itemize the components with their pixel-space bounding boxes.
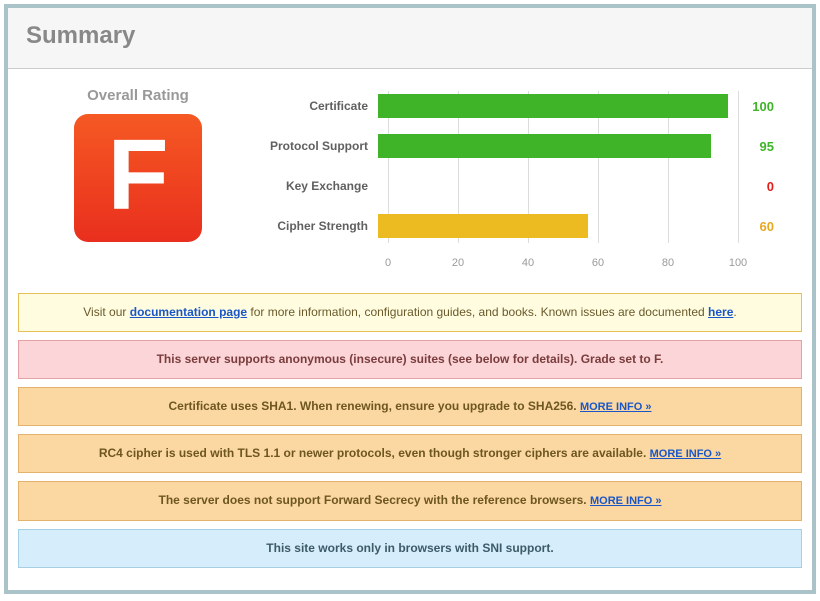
notice: This server supports anonymous (insecure… [18,340,802,379]
x-axis-tick: 0 [385,257,391,269]
notice: Visit our documentation page for more in… [18,293,802,332]
summary-panel: Summary Overall Rating F Certificate 100 P… [4,4,816,594]
grade-badge: F [74,114,202,242]
x-axis-tick: 20 [452,257,464,269]
grade-letter: F [107,125,168,225]
chart-x-axis: 020406080100 [388,251,738,277]
notice-text: Certificate uses SHA1. When renewing, en… [169,399,580,413]
notice-text: This site works only in browsers with SN… [266,541,553,555]
chart-bar-track [378,94,728,118]
notice: RC4 cipher is used with TLS 1.1 or newer… [18,434,802,473]
notice: Certificate uses SHA1. When renewing, en… [18,387,802,426]
chart-row-label: Certificate [258,99,378,113]
chart-row-label: Cipher Strength [258,219,378,233]
chart-bar-track [378,214,728,238]
x-axis-tick: 60 [592,257,604,269]
chart-bar [378,94,728,118]
notice-text: The server does not support Forward Secr… [159,493,590,507]
chart-bar-track [378,134,728,158]
chart-row-label: Key Exchange [258,179,378,193]
notice-text: . [733,305,736,319]
chart-bar-track [378,174,728,198]
more-info-link[interactable]: MORE INFO » [580,401,652,413]
notices-list: Visit our documentation page for more in… [18,293,802,568]
page-title: Summary [26,22,794,50]
notice-text: This server supports anonymous (insecure… [157,352,664,366]
chart-bar [378,134,711,158]
chart-row-value: 60 [728,219,774,234]
overall-rating-label: Overall Rating [18,87,258,104]
rating-column: Overall Rating F [18,83,258,242]
chart-bar [378,214,588,238]
chart-row-value: 100 [728,99,774,114]
chart-row-label: Protocol Support [258,139,378,153]
chart-row-value: 0 [728,179,774,194]
notice-text: Visit our [83,305,129,319]
known-issues-link[interactable]: here [708,305,733,319]
notice: This site works only in browsers with SN… [18,529,802,568]
x-axis-tick: 80 [662,257,674,269]
chart-row: Cipher Strength 60 [258,211,802,241]
summary-top-row: Overall Rating F Certificate 100 Protocol … [18,83,802,277]
chart-row-value: 95 [728,139,774,154]
notice-text: for more information, configuration guid… [247,305,708,319]
chart-row: Protocol Support 95 [258,131,802,161]
panel-header: Summary [8,8,812,69]
notice: The server does not support Forward Secr… [18,481,802,520]
chart-row: Key Exchange 0 [258,171,802,201]
panel-content: Overall Rating F Certificate 100 Protocol … [8,69,812,590]
x-axis-tick: 100 [729,257,747,269]
notice-text: RC4 cipher is used with TLS 1.1 or newer… [99,446,650,460]
more-info-link[interactable]: MORE INFO » [590,495,662,507]
chart-row: Certificate 100 [258,91,802,121]
score-chart: Certificate 100 Protocol Support 95 Key Exch… [258,83,802,277]
x-axis-tick: 40 [522,257,534,269]
documentation-link[interactable]: documentation page [130,305,247,319]
more-info-link[interactable]: MORE INFO » [650,448,722,460]
